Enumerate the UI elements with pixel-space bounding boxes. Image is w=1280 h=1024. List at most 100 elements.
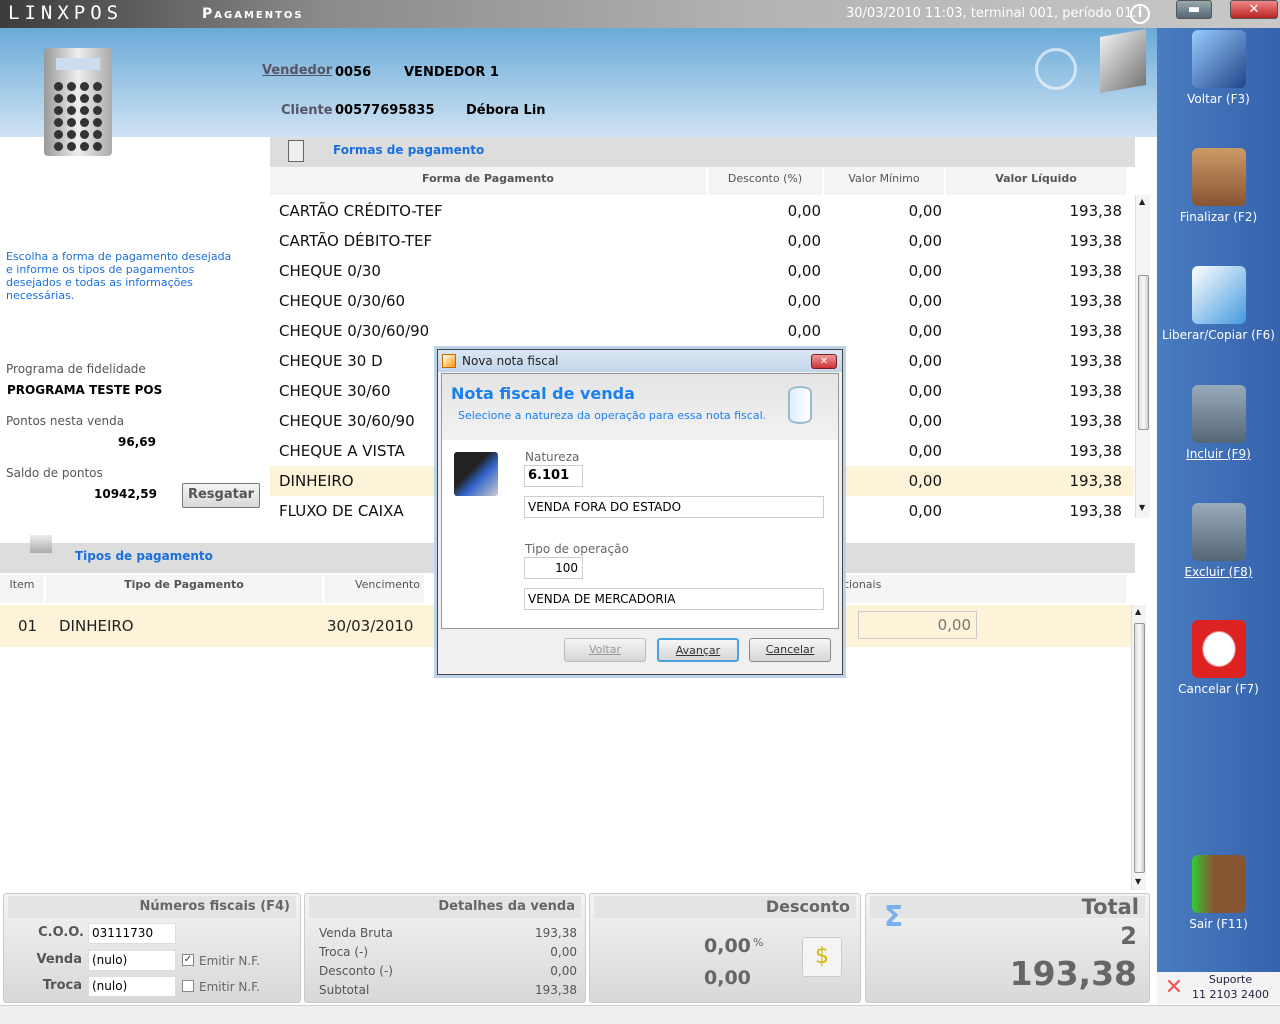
minimo-cell: 0,00	[908, 202, 942, 220]
desconto-cell: 0,00	[787, 262, 821, 280]
apply-discount-button[interactable]: $	[802, 937, 842, 977]
scroll-up-icon[interactable]: ▲	[1139, 197, 1145, 206]
incluir-button[interactable]: Incluir (F9)	[1157, 385, 1280, 461]
session-status: 30/03/2010 11:03, terminal 001, período …	[846, 6, 1137, 21]
liquido-cell: 193,38	[1069, 292, 1123, 310]
liquido-cell: 193,38	[1069, 262, 1123, 280]
subtotal-value: 193,38	[535, 983, 577, 997]
computer-icon	[454, 452, 498, 496]
linx-logo-icon: ✕	[1164, 975, 1184, 1000]
minimo-cell: 0,00	[908, 412, 942, 430]
liquido-cell: 193,38	[1069, 442, 1123, 460]
excluir-icon	[1191, 503, 1246, 561]
status-bar	[0, 1005, 1280, 1024]
liquido-cell: 193,38	[1069, 412, 1123, 430]
troca-emitir-checkbox[interactable]	[182, 980, 194, 992]
avancar-button[interactable]: Avançar	[657, 638, 739, 662]
forma-name: CHEQUE 0/30/60/90	[279, 322, 430, 340]
forma-name: CHEQUE A VISTA	[279, 442, 405, 460]
sidebar-label: Sair (F11)	[1189, 917, 1248, 931]
saldo-label: Saldo de pontos	[6, 466, 103, 480]
liquido-cell: 193,38	[1069, 322, 1123, 340]
col-desconto[interactable]: Desconto (%)	[708, 167, 822, 195]
tipo-operacao-label: Tipo de operação	[525, 542, 629, 556]
sigma-icon: Σ	[884, 900, 904, 933]
minimo-cell: 0,00	[908, 472, 942, 490]
cancelar-button[interactable]: Cancelar (F7)	[1157, 620, 1280, 696]
sair-button[interactable]: Sair (F11)	[1157, 855, 1280, 931]
forma-row[interactable]: CHEQUE 0/30/60 0,00 0,00 193,38	[270, 286, 1134, 316]
venda-bruta-label: Venda Bruta	[319, 926, 393, 940]
coo-input[interactable]: 03111730	[88, 923, 176, 944]
tipo-cell: DINHEIRO	[59, 617, 134, 635]
info-icon[interactable]: i	[1130, 4, 1150, 24]
scroll-thumb[interactable]	[1134, 623, 1145, 873]
dialog-title-bar: Nova nota fiscal	[438, 350, 842, 372]
forma-name: CHEQUE 30 D	[279, 352, 383, 370]
desconto-percent: 0,00	[704, 935, 751, 957]
vendedor-label[interactable]: Vendedor	[262, 63, 332, 78]
col-item[interactable]: Item	[0, 575, 44, 603]
scroll-thumb[interactable]	[1138, 275, 1149, 430]
forma-row[interactable]: CARTÃO DÉBITO-TEF 0,00 0,00 193,38	[270, 226, 1134, 256]
formas-scrollbar[interactable]: ▲ ▼	[1135, 195, 1150, 518]
excluir-button[interactable]: Excluir (F8)	[1157, 503, 1280, 579]
troca-label: Troca	[42, 978, 82, 993]
panel-title: Detalhes da venda	[309, 896, 581, 918]
forma-name: DINHEIRO	[279, 472, 354, 490]
minimo-cell: 0,00	[908, 382, 942, 400]
card-icon	[30, 535, 52, 553]
minimize-button[interactable]: ▬	[1176, 0, 1212, 19]
col-minimo[interactable]: Valor Mínimo	[824, 167, 944, 195]
col-tipo[interactable]: Tipo de Pagamento	[46, 575, 322, 603]
arrow-right-icon	[1035, 48, 1077, 90]
sidebar-label: Incluir (F9)	[1186, 447, 1251, 461]
troca-input[interactable]: (nulo)	[88, 976, 176, 997]
minimo-cell: 0,00	[908, 502, 942, 518]
forma-row[interactable]: CHEQUE 0/30 0,00 0,00 193,38	[270, 256, 1134, 286]
venda-emitir-checkbox[interactable]: ✓	[182, 954, 194, 966]
finalizar-button[interactable]: Finalizar (F2)	[1157, 148, 1280, 224]
scroll-down-icon[interactable]: ▼	[1135, 877, 1141, 886]
forma-row[interactable]: CARTÃO CRÉDITO-TEF 0,00 0,00 193,38	[270, 196, 1134, 226]
app-icon	[442, 354, 456, 368]
close-button[interactable]: ✕	[1230, 0, 1278, 19]
tipo-operacao-code-input[interactable]: 100	[524, 557, 583, 579]
liberar-copiar-icon	[1191, 266, 1246, 324]
col-vencimento[interactable]: Vencimento	[324, 575, 424, 603]
natureza-code-input[interactable]: 6.101	[524, 465, 583, 487]
cliente-code: 00577695835	[335, 103, 435, 118]
calculator-icon	[44, 48, 112, 156]
cliente-name: Débora Lin	[466, 103, 546, 118]
troca-emitir-label: Emitir N.F.	[199, 980, 260, 994]
scroll-down-icon[interactable]: ▼	[1139, 503, 1145, 512]
resgatar-button[interactable]: Resgatar	[182, 483, 260, 508]
natureza-desc-input[interactable]: VENDA FORA DO ESTADO	[524, 496, 824, 518]
minimo-cell: 0,00	[908, 292, 942, 310]
valor-input[interactable]: 0,00	[858, 611, 977, 639]
natureza-label: Natureza	[525, 450, 580, 464]
sidebar-label: Excluir (F8)	[1184, 565, 1253, 579]
tipos-scrollbar[interactable]: ▲ ▼	[1131, 605, 1146, 890]
col-adicionais[interactable]: cionais	[840, 575, 1126, 603]
vendedor-name: VENDEDOR 1	[404, 65, 499, 80]
scroll-up-icon[interactable]: ▲	[1135, 607, 1141, 616]
tipo-operacao-desc-input[interactable]: VENDA DE MERCADORIA	[524, 588, 824, 610]
cancelar-button[interactable]: Cancelar	[749, 638, 831, 662]
venda-input[interactable]: (nulo)	[88, 950, 176, 971]
dialog-close-button[interactable]: ✕	[811, 354, 837, 369]
dialog-subtitle: Selecione a natureza da operação para es…	[458, 409, 767, 422]
total-panel: Total Σ 2 193,38	[865, 893, 1150, 1003]
voltar-button[interactable]: Voltar	[564, 638, 646, 662]
col-forma[interactable]: Forma de Pagamento	[270, 167, 706, 195]
coo-label: C.O.O.	[38, 925, 84, 940]
sair-icon	[1191, 855, 1246, 913]
cliente-label[interactable]: Cliente	[281, 103, 333, 118]
col-liquido[interactable]: Valor Líquido	[946, 167, 1126, 195]
desconto-value: 0,00	[550, 964, 577, 978]
voltar-button[interactable]: Voltar (F3)	[1157, 30, 1280, 106]
title-bar: LINXPOS Pagamentos 30/03/2010 11:03, ter…	[0, 0, 1280, 28]
pontos-label: Pontos nesta venda	[6, 414, 125, 428]
liberar-copiar-button[interactable]: Liberar/Copiar (F6)	[1157, 266, 1280, 342]
forma-row[interactable]: CHEQUE 0/30/60/90 0,00 0,00 193,38	[270, 316, 1134, 346]
